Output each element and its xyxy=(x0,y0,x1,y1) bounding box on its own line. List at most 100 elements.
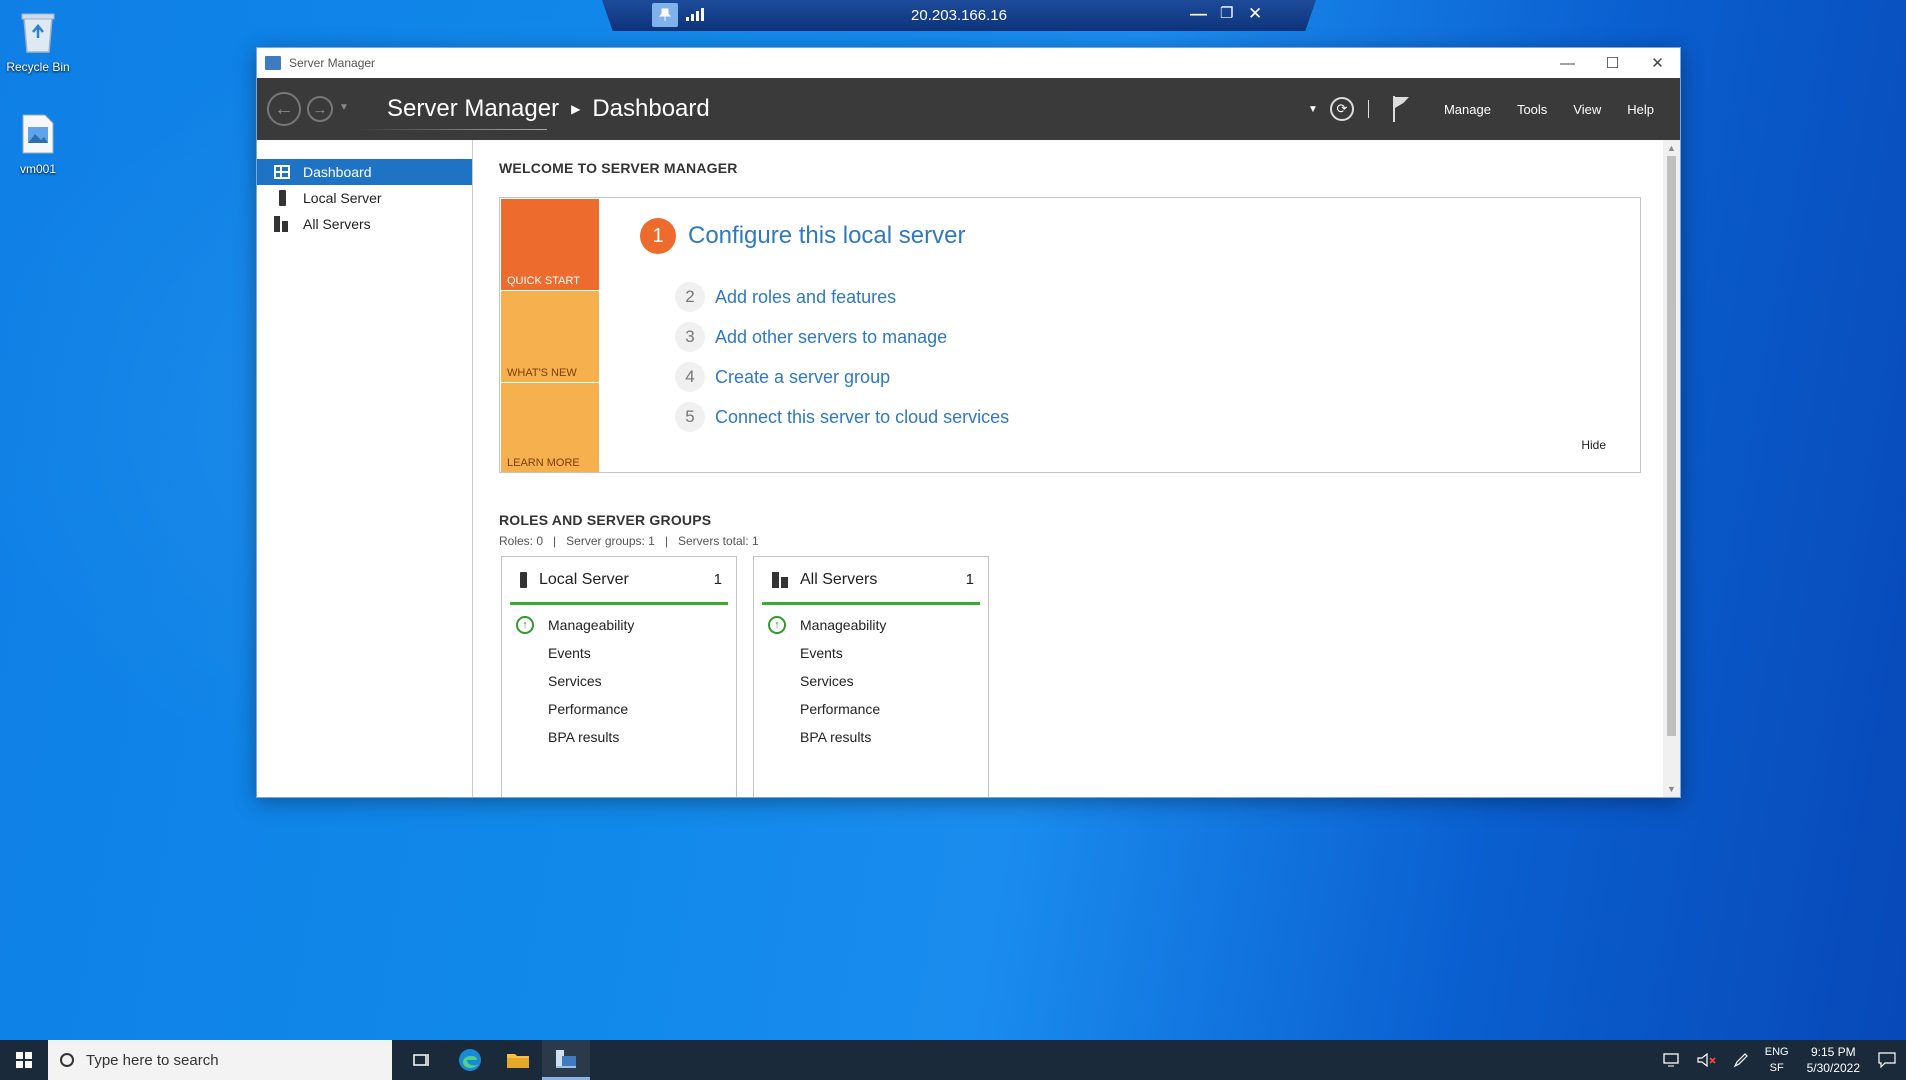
card-row-services[interactable]: Services xyxy=(754,667,988,695)
card-row-label: Events xyxy=(800,645,843,661)
history-dropdown-icon[interactable]: ▼ xyxy=(339,102,349,113)
clock-date: 5/30/2022 xyxy=(1806,1061,1860,1075)
card-header[interactable]: Local Server 1 xyxy=(510,557,728,605)
folder-icon xyxy=(507,1054,529,1068)
image-file-icon xyxy=(16,110,60,158)
sidebar-item-dashboard[interactable]: Dashboard xyxy=(257,159,472,185)
rdp-minimize-button[interactable]: — xyxy=(1190,4,1207,24)
step-number: 3 xyxy=(675,322,705,352)
rdp-connection-bar: 20.203.166.16 — ❐ ✕ xyxy=(602,0,1316,31)
card-row-bpa-results[interactable]: BPA results xyxy=(754,723,988,751)
roles-heading: ROLES AND SERVER GROUPS xyxy=(499,512,712,528)
start-button[interactable] xyxy=(0,1040,48,1080)
search-icon xyxy=(60,1053,74,1067)
step-link[interactable]: Connect this server to cloud services xyxy=(715,407,1009,428)
breadcrumb-root[interactable]: Server Manager xyxy=(387,95,559,123)
scroll-up-icon[interactable]: ▲ xyxy=(1663,140,1680,156)
card-row-bpa-results[interactable]: BPA results xyxy=(502,723,736,751)
window-title: Server Manager xyxy=(289,56,376,70)
tile-quick-start[interactable]: QUICK START xyxy=(501,199,599,290)
pen-icon[interactable] xyxy=(1733,1052,1749,1068)
dashboard-icon xyxy=(273,164,291,180)
sidebar-item-label: Dashboard xyxy=(303,164,372,180)
step-link[interactable]: Add roles and features xyxy=(715,287,896,308)
scroll-thumb[interactable] xyxy=(1667,156,1676,736)
search-placeholder: Type here to search xyxy=(86,1051,219,1069)
card-row-performance[interactable]: Performance xyxy=(502,695,736,723)
tile-whats-new[interactable]: WHAT'S NEW xyxy=(501,291,599,382)
notifications-flag-icon[interactable] xyxy=(1391,96,1413,122)
menu-view[interactable]: View xyxy=(1573,102,1601,117)
back-button[interactable]: ← xyxy=(267,92,301,126)
task-view-button[interactable] xyxy=(398,1040,446,1080)
window-body: Dashboard Local Server All Servers WELCO… xyxy=(257,140,1680,797)
sidebar-item-all-servers[interactable]: All Servers xyxy=(257,211,472,237)
breadcrumb-underline xyxy=(357,129,547,130)
step-configure-local-server[interactable]: 1 Configure this local server xyxy=(640,218,965,254)
sidebar-item-label: All Servers xyxy=(303,216,371,232)
card-row-manageability[interactable]: ↑ Manageability xyxy=(754,611,988,639)
window-close-button[interactable]: ✕ xyxy=(1635,48,1680,78)
windows-logo-icon xyxy=(16,1052,32,1068)
step-add-servers[interactable]: 3 Add other servers to manage xyxy=(675,322,947,352)
card-row-events[interactable]: Events xyxy=(754,639,988,667)
volume-muted-icon[interactable] xyxy=(1697,1053,1717,1067)
rdp-close-button[interactable]: ✕ xyxy=(1248,4,1262,24)
window-maximize-button[interactable]: ☐ xyxy=(1590,48,1635,78)
sidebar-item-local-server[interactable]: Local Server xyxy=(257,185,472,211)
card-header[interactable]: All Servers 1 xyxy=(762,557,980,605)
server-icon xyxy=(273,190,291,206)
card-row-label: Performance xyxy=(548,701,629,717)
step-link[interactable]: Configure this local server xyxy=(688,222,965,250)
input-language[interactable]: ENG SF xyxy=(1765,1044,1789,1076)
toolbar-divider xyxy=(1367,100,1369,118)
step-link[interactable]: Add other servers to manage xyxy=(715,327,947,348)
taskbar-edge[interactable] xyxy=(446,1040,494,1080)
hide-welcome-link[interactable]: Hide xyxy=(1581,438,1606,452)
notifications-icon[interactable] xyxy=(1878,1052,1896,1068)
step-number: 5 xyxy=(675,402,705,432)
card-row-manageability[interactable]: ↑ Manageability xyxy=(502,611,736,639)
step-link[interactable]: Create a server group xyxy=(715,367,890,388)
card-row-services[interactable]: Services xyxy=(502,667,736,695)
card-row-events[interactable]: Events xyxy=(502,639,736,667)
refresh-dropdown-icon[interactable]: ▼ xyxy=(1308,104,1318,115)
card-row-label: Services xyxy=(800,673,854,689)
card-row-label: Services xyxy=(548,673,602,689)
step-number: 4 xyxy=(675,362,705,392)
taskbar-search[interactable]: Type here to search xyxy=(48,1040,392,1080)
network-icon[interactable] xyxy=(1663,1053,1681,1067)
menu-manage[interactable]: Manage xyxy=(1444,102,1491,117)
taskbar-file-explorer[interactable] xyxy=(494,1040,542,1080)
forward-button[interactable]: → xyxy=(307,96,333,122)
recycle-bin-icon xyxy=(16,8,60,56)
card-row-performance[interactable]: Performance xyxy=(754,695,988,723)
desktop-icon-recycle-bin[interactable]: Recycle Bin xyxy=(0,8,76,74)
servers-icon xyxy=(273,216,291,232)
scroll-down-icon[interactable]: ▼ xyxy=(1663,781,1680,797)
breadcrumb: Server Manager ▶ Dashboard xyxy=(357,95,710,130)
step-connect-cloud[interactable]: 5 Connect this server to cloud services xyxy=(675,402,1009,432)
card-row-label: Manageability xyxy=(548,617,635,633)
refresh-icon[interactable]: ⟳ xyxy=(1329,97,1354,121)
menu-tools[interactable]: Tools xyxy=(1517,102,1547,117)
menu-help[interactable]: Help xyxy=(1627,102,1654,117)
rdp-host-address: 20.203.166.16 xyxy=(911,7,1007,24)
taskbar-server-manager[interactable] xyxy=(542,1040,590,1080)
sidebar-item-label: Local Server xyxy=(303,190,382,206)
rdp-restore-button[interactable]: ❐ xyxy=(1220,4,1233,22)
desktop-icon-label: vm001 xyxy=(19,162,57,176)
step-add-roles[interactable]: 2 Add roles and features xyxy=(675,282,896,312)
clock[interactable]: 9:15 PM 5/30/2022 xyxy=(1807,1044,1860,1076)
window-minimize-button[interactable]: — xyxy=(1545,48,1590,78)
breadcrumb-current: Dashboard xyxy=(592,95,710,122)
edge-browser-icon xyxy=(459,1049,481,1071)
window-titlebar: Server Manager — ☐ ✕ xyxy=(257,48,1680,78)
clock-time: 9:15 PM xyxy=(1810,1045,1856,1059)
tile-learn-more[interactable]: LEARN MORE xyxy=(501,383,599,472)
task-view-icon xyxy=(413,1054,429,1066)
step-create-group[interactable]: 4 Create a server group xyxy=(675,362,890,392)
vertical-scrollbar[interactable]: ▲ ▼ xyxy=(1663,140,1680,797)
card-title: Local Server xyxy=(539,570,629,588)
desktop-icon-vm001[interactable]: vm001 xyxy=(0,110,76,176)
